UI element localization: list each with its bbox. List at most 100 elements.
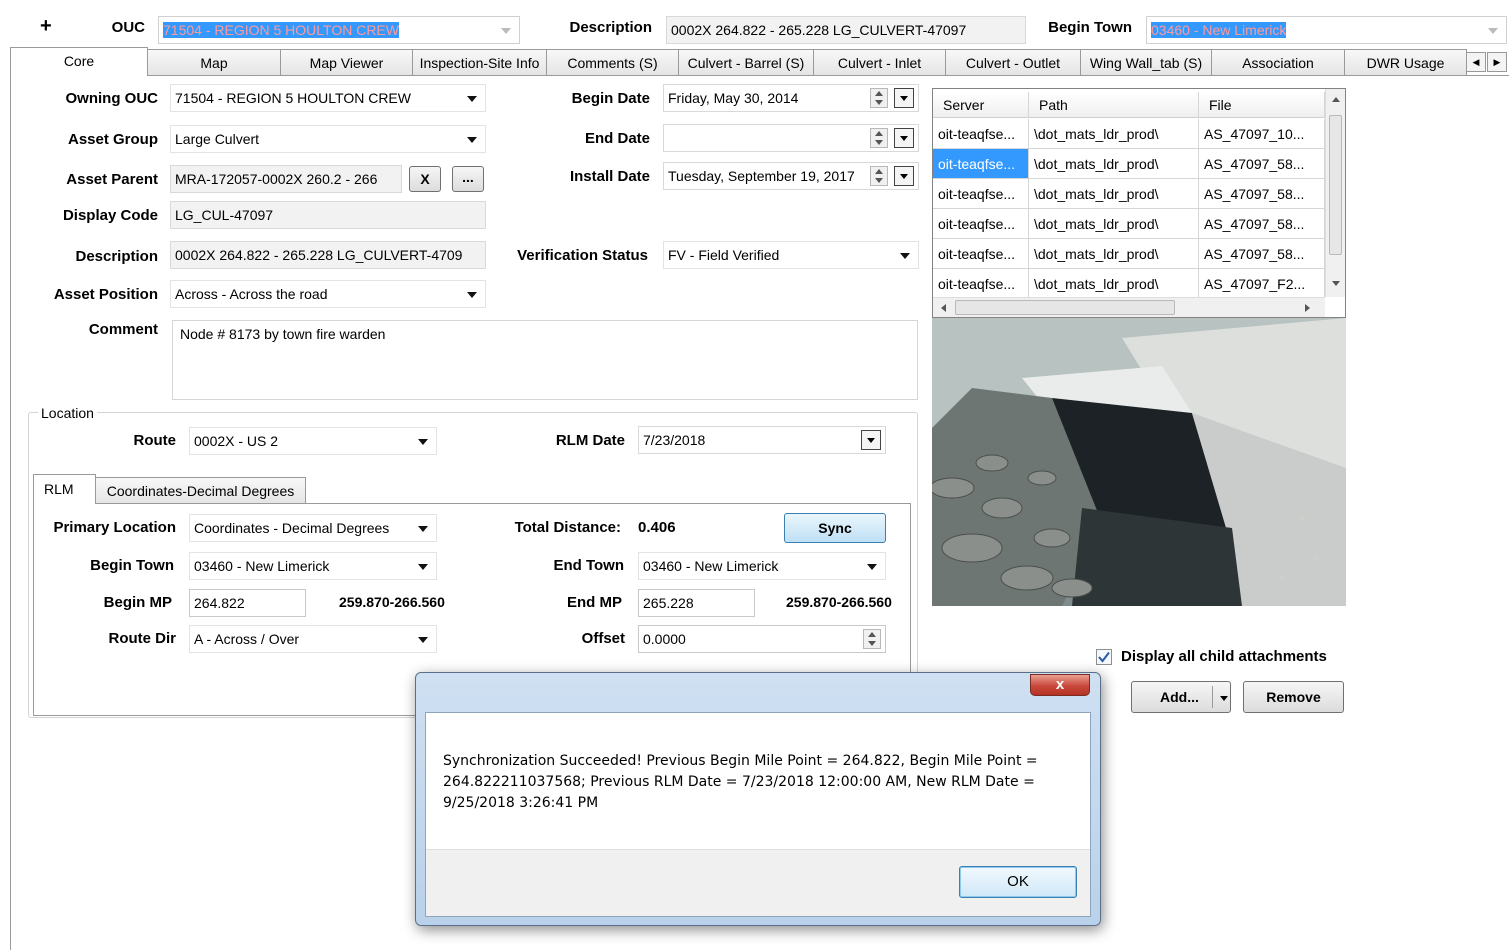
owning-ouc-label: Owning OUC [65, 90, 159, 107]
scroll-up-arrow[interactable] [1332, 97, 1340, 102]
offset-value: 0.0000 [643, 631, 686, 647]
rlm-date-value: 7/23/2018 [643, 432, 706, 448]
grid-cell-server[interactable]: oit-teaqfse... [933, 209, 1029, 239]
begin-date-picker[interactable]: Friday, May 30, 2014 [663, 84, 919, 112]
install-date-spinner[interactable] [870, 166, 888, 186]
owning-ouc-select[interactable]: 71504 - REGION 5 HOULTON CREW [170, 84, 486, 112]
add-icon[interactable]: + [40, 15, 52, 38]
ouc-select[interactable]: 71504 - REGION 5 HOULTON CREW [158, 16, 520, 44]
tab-core[interactable]: Core [10, 47, 148, 76]
asset-parent-clear-button[interactable]: X [409, 166, 441, 192]
display-code-field[interactable]: LG_CUL-47097 [170, 201, 486, 229]
grid-cell-server[interactable]: oit-teaqfse... [933, 149, 1029, 179]
primary-location-select[interactable]: Coordinates - Decimal Degrees [189, 514, 437, 542]
grid-header-server[interactable]: Server [933, 92, 1029, 118]
header-begin-town-select[interactable]: 03460 - New Limerick [1146, 16, 1507, 44]
grid-cell-file[interactable]: AS_47097_F2... [1199, 269, 1325, 299]
grid-cell-file[interactable]: AS_47097_10... [1199, 119, 1325, 149]
grid-header-file[interactable]: File [1199, 92, 1325, 118]
route-select[interactable]: 0002X - US 2 [189, 427, 437, 455]
rlm-date-dropdown[interactable] [861, 430, 881, 450]
grid-cell-path[interactable]: \dot_mats_ldr_prod\ [1029, 179, 1199, 209]
grid-cell-file[interactable]: AS_47097_58... [1199, 179, 1325, 209]
tab-culvert-inlet[interactable]: Culvert - Inlet [813, 49, 946, 76]
asset-group-select[interactable]: Large Culvert [170, 125, 486, 153]
dialog-ok-button[interactable]: OK [959, 866, 1077, 898]
tab-scroll-left[interactable]: ◀ [1466, 52, 1486, 72]
end-mp-input[interactable]: 265.228 [638, 589, 755, 617]
tab-inspection-site-info[interactable]: Inspection-Site Info [412, 49, 547, 76]
chevron-down-icon [501, 28, 511, 34]
scroll-thumb[interactable] [1329, 115, 1342, 255]
sync-button[interactable]: Sync [784, 513, 886, 543]
scroll-right-arrow[interactable] [1305, 304, 1310, 312]
begin-date-dropdown[interactable] [894, 88, 914, 108]
asset-parent-browse-button[interactable]: ... [452, 166, 484, 192]
tab-map[interactable]: Map [147, 49, 281, 76]
rlm-begin-town-select[interactable]: 03460 - New Limerick [189, 552, 437, 580]
tab-map-viewer[interactable]: Map Viewer [280, 49, 413, 76]
asset-parent-field[interactable]: MRA-172057-0002X 260.2 - 266 [170, 165, 402, 193]
install-date-value: Tuesday, September 19, 2017 [668, 168, 855, 184]
end-date-dropdown[interactable] [894, 128, 914, 148]
begin-date-value: Friday, May 30, 2014 [668, 90, 799, 106]
grid-cell-server[interactable]: oit-teaqfse... [933, 239, 1029, 269]
core-description-label: Description [75, 248, 158, 265]
tab-scroll-right[interactable]: ▶ [1487, 52, 1507, 72]
display-all-checkbox[interactable] [1096, 649, 1112, 665]
install-date-picker[interactable]: Tuesday, September 19, 2017 [663, 162, 919, 190]
scroll-left-arrow[interactable] [941, 304, 946, 312]
grid-header-path[interactable]: Path [1029, 92, 1199, 118]
grid-cell-path[interactable]: \dot_mats_ldr_prod\ [1029, 119, 1199, 149]
begin-date-spinner[interactable] [870, 88, 888, 108]
grid-cell-path[interactable]: \dot_mats_ldr_prod\ [1029, 149, 1199, 179]
end-town-select[interactable]: 03460 - New Limerick [638, 552, 886, 580]
grid-cell-server[interactable]: oit-teaqfse... [933, 119, 1029, 149]
add-attachment-button[interactable]: Add... [1131, 681, 1231, 713]
grid-cell-path[interactable]: \dot_mats_ldr_prod\ [1029, 209, 1199, 239]
dialog-message: Synchronization Succeeded! Previous Begi… [443, 753, 1038, 811]
asset-position-select[interactable]: Across - Across the road [170, 280, 486, 308]
dialog-close-button[interactable]: x [1030, 674, 1090, 696]
offset-label: Offset [581, 630, 625, 647]
route-value: 0002X - US 2 [194, 433, 279, 449]
core-description-field[interactable]: 0002X 264.822 - 265.228 LG_CULVERT-4709 [170, 241, 486, 269]
header-description-field[interactable]: 0002X 264.822 - 265.228 LG_CULVERT-47097 [666, 16, 1026, 44]
primary-location-label: Primary Location [53, 519, 176, 536]
rlm-date-picker[interactable]: 7/23/2018 [638, 426, 886, 454]
grid-cell-path[interactable]: \dot_mats_ldr_prod\ [1029, 239, 1199, 269]
grid-cell-file[interactable]: AS_47097_58... [1199, 149, 1325, 179]
end-town-value: 03460 - New Limerick [643, 558, 779, 574]
offset-input[interactable]: 0.0000 [638, 625, 886, 653]
grid-cell-server[interactable]: oit-teaqfse... [933, 179, 1029, 209]
tab-wing-wall-tab-s[interactable]: Wing Wall_tab (S) [1080, 49, 1212, 76]
subtab-coordinates[interactable]: Coordinates-Decimal Degrees [95, 477, 306, 504]
tab-association[interactable]: Association [1211, 49, 1345, 76]
remove-attachment-button[interactable]: Remove [1243, 681, 1344, 713]
subtab-rlm[interactable]: RLM [33, 474, 96, 504]
scroll-down-arrow[interactable] [1332, 281, 1340, 286]
scroll-h-thumb[interactable] [955, 300, 1175, 315]
offset-spinner[interactable] [863, 629, 881, 649]
grid-horizontal-scrollbar[interactable] [933, 297, 1325, 317]
tab-culvert-outlet[interactable]: Culvert - Outlet [945, 49, 1081, 76]
grid-cell-server[interactable]: oit-teaqfse... [933, 269, 1029, 299]
tab-dwr-usage[interactable]: DWR Usage [1344, 49, 1467, 76]
grid-cell-file[interactable]: AS_47097_58... [1199, 209, 1325, 239]
install-date-dropdown[interactable] [894, 166, 914, 186]
end-date-spinner[interactable] [870, 128, 888, 148]
verification-status-select[interactable]: FV - Field Verified [663, 241, 919, 269]
subtab-coordinates-label: Coordinates-Decimal Degrees [106, 483, 295, 499]
comment-textarea[interactable]: Node # 8173 by town fire warden [172, 320, 918, 400]
end-date-picker[interactable] [663, 124, 919, 152]
tab-comments-s[interactable]: Comments (S) [546, 49, 679, 76]
begin-mp-input[interactable]: 264.822 [189, 589, 306, 617]
tab-culvert-barrel-s[interactable]: Culvert - Barrel (S) [678, 49, 814, 76]
verification-status-label: Verification Status [517, 247, 648, 264]
route-dir-select[interactable]: A - Across / Over [189, 625, 437, 653]
grid-cell-path[interactable]: \dot_mats_ldr_prod\ [1029, 269, 1199, 299]
grid-cell-file[interactable]: AS_47097_58... [1199, 239, 1325, 269]
total-distance-label: Total Distance: [514, 519, 621, 536]
route-dir-label: Route Dir [108, 630, 177, 647]
grid-vertical-scrollbar[interactable] [1325, 89, 1345, 297]
